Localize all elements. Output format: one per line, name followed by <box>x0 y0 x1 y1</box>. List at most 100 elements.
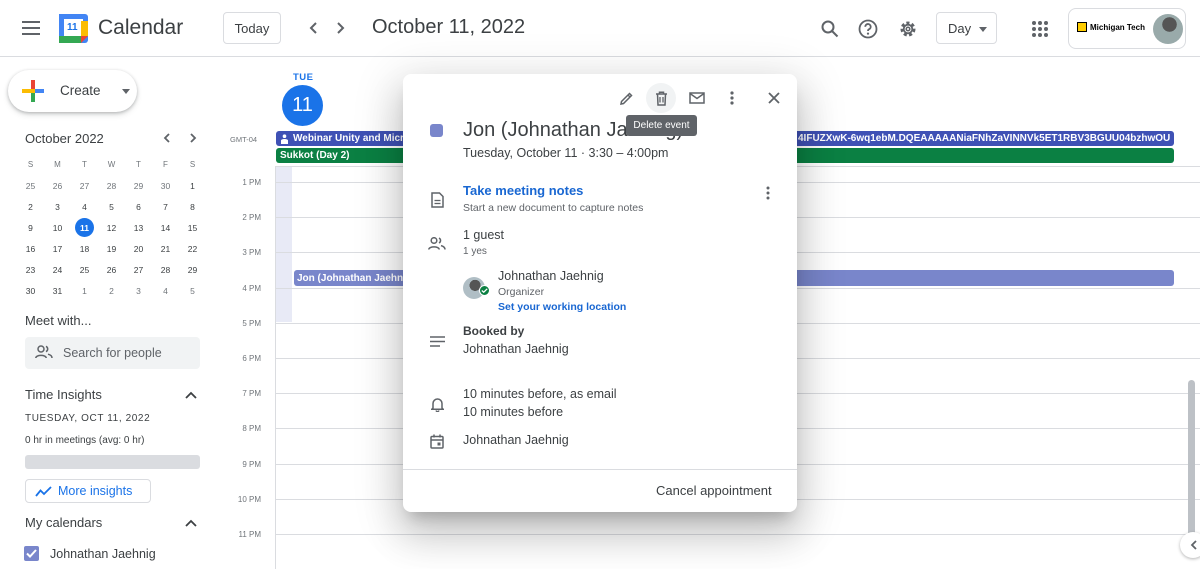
weekday-label: T <box>82 160 87 169</box>
day-number: 26 <box>52 180 63 191</box>
create-button[interactable]: Create <box>8 70 137 112</box>
calendar-logo-icon[interactable]: 11 <box>59 14 88 43</box>
mini-calendar-day[interactable]: 4 <box>71 196 98 217</box>
mini-calendar-day[interactable]: 27 <box>125 259 152 280</box>
edit-event-button[interactable] <box>611 83 641 113</box>
weekday-label: M <box>54 160 61 169</box>
mini-calendar-day[interactable]: 25 <box>17 175 44 196</box>
timezone-label: GMT-04 <box>230 135 258 144</box>
mini-calendar-day[interactable]: 2 <box>98 280 125 301</box>
guest-name[interactable]: Johnathan Jaehnig <box>498 269 604 283</box>
mini-calendar-day[interactable]: 26 <box>98 259 125 280</box>
day-number: 5 <box>109 201 114 212</box>
day-number-button[interactable]: 11 <box>282 85 323 126</box>
current-date-title: October 11, 2022 <box>372 16 526 38</box>
mini-calendar-day[interactable]: 12 <box>98 217 125 238</box>
support-button[interactable] <box>853 14 883 44</box>
side-panel-toggle-button[interactable] <box>1180 532 1200 558</box>
allday-event-overflow-text: 4IFUZXwK-6wq1ebM.DQEAAAAANiaFNhZaVINNVk5… <box>798 133 1171 144</box>
email-guests-button[interactable] <box>682 83 712 113</box>
day-number: 31 <box>52 285 63 296</box>
mini-calendar-day[interactable]: 7 <box>152 196 179 217</box>
cancel-appointment-button[interactable]: Cancel appointment <box>656 483 772 498</box>
mini-calendar-week-row: 2 3 4 5 6 7 8 <box>17 196 206 217</box>
search-button[interactable] <box>815 14 845 44</box>
day-number: 30 <box>160 180 171 191</box>
description-icon <box>427 331 447 351</box>
apps-button[interactable] <box>1025 14 1055 44</box>
time-insights-bar <box>25 455 200 469</box>
mini-calendar-day[interactable]: 18 <box>71 238 98 259</box>
mini-calendar-day[interactable]: 16 <box>17 238 44 259</box>
mini-calendar-day[interactable]: 2 <box>17 196 44 217</box>
take-meeting-notes-link[interactable]: Take meeting notes <box>463 183 583 198</box>
mini-calendar-day[interactable]: 1 <box>71 280 98 301</box>
mini-calendar-day[interactable]: 20 <box>125 238 152 259</box>
mini-calendar-day[interactable]: 8 <box>179 196 206 217</box>
account-button[interactable]: Michigan Tech <box>1068 8 1186 49</box>
mini-calendar-day[interactable]: 4 <box>152 280 179 301</box>
mini-calendar-day[interactable]: 28 <box>98 175 125 196</box>
mini-calendar-day[interactable]: 30 <box>152 175 179 196</box>
bell-icon <box>427 394 447 414</box>
day-number: 15 <box>187 222 198 233</box>
create-label: Create <box>60 83 101 98</box>
chevron-left-icon <box>309 22 317 34</box>
delete-event-button[interactable] <box>646 83 676 113</box>
booked-by-label: Booked by <box>463 324 525 338</box>
mini-calendar-day[interactable]: 10 <box>44 217 71 238</box>
mini-calendar-day[interactable]: 28 <box>152 259 179 280</box>
mini-calendar-day[interactable]: 17 <box>44 238 71 259</box>
mini-calendar-day[interactable]: 27 <box>71 175 98 196</box>
more-options-button[interactable] <box>717 83 747 113</box>
next-day-button[interactable] <box>328 14 354 42</box>
my-calendars-collapse-button[interactable] <box>184 516 198 530</box>
mini-calendar-day[interactable]: 25 <box>71 259 98 280</box>
mini-calendar-day[interactable]: 31 <box>44 280 71 301</box>
time-insights-collapse-button[interactable] <box>184 388 198 402</box>
mini-calendar-day[interactable]: 30 <box>17 280 44 301</box>
more-insights-button[interactable]: More insights <box>25 479 151 503</box>
mini-calendar-day[interactable]: 3 <box>44 196 71 217</box>
dropdown-caret-icon <box>122 89 130 94</box>
mini-calendar-day[interactable]: 23 <box>17 259 44 280</box>
vertical-scrollbar[interactable] <box>1188 380 1195 550</box>
mini-calendar-day[interactable]: 5 <box>98 196 125 217</box>
mini-calendar-day[interactable]: 14 <box>152 217 179 238</box>
previous-day-button[interactable] <box>300 14 326 42</box>
main-menu-button[interactable] <box>14 11 48 45</box>
search-people-input[interactable]: Search for people <box>25 337 200 369</box>
mini-calendar-day[interactable]: 3 <box>125 280 152 301</box>
mini-calendar-day[interactable]: 5 <box>179 280 206 301</box>
today-button[interactable]: Today <box>223 12 281 44</box>
mini-calendar-day[interactable]: 29 <box>125 175 152 196</box>
mini-calendar-day[interactable]: 1 <box>179 175 206 196</box>
mini-calendar-day[interactable]: 21 <box>152 238 179 259</box>
mini-calendar-day[interactable]: 13 <box>125 217 152 238</box>
mini-calendar-week-row: 9 10 11 12 13 14 15 <box>17 217 206 238</box>
guests-icon <box>427 233 447 253</box>
mini-calendar-day[interactable]: 6 <box>125 196 152 217</box>
event-details-dialog: Delete event Jon (Johnathan Jaehnig) Tue… <box>403 74 797 512</box>
mini-calendar-day[interactable]: 11 <box>71 217 98 238</box>
mini-calendar-day[interactable]: 26 <box>44 175 71 196</box>
mini-calendar-prev-button[interactable] <box>158 130 174 146</box>
mini-calendar-day[interactable]: 22 <box>179 238 206 259</box>
mini-calendar-day[interactable]: 19 <box>98 238 125 259</box>
close-icon <box>768 92 780 104</box>
set-working-location-link[interactable]: Set your working location <box>498 301 626 313</box>
calendar-checkbox[interactable] <box>24 546 39 561</box>
mini-calendar-day[interactable]: 29 <box>179 259 206 280</box>
timed-event-title: Jon (Johnathan Jaehn <box>297 272 404 284</box>
mini-calendar-next-button[interactable] <box>185 130 201 146</box>
settings-button[interactable] <box>893 14 923 44</box>
notes-more-options-button[interactable] <box>759 184 777 202</box>
view-selector[interactable]: Day <box>936 12 997 44</box>
mini-calendar-day[interactable]: 9 <box>17 217 44 238</box>
pencil-icon <box>619 91 633 105</box>
mini-calendar-day[interactable]: 15 <box>179 217 206 238</box>
close-dialog-button[interactable] <box>759 83 789 113</box>
hour-label: 5 PM <box>242 318 261 328</box>
event-color-swatch <box>430 124 443 137</box>
mini-calendar-day[interactable]: 24 <box>44 259 71 280</box>
